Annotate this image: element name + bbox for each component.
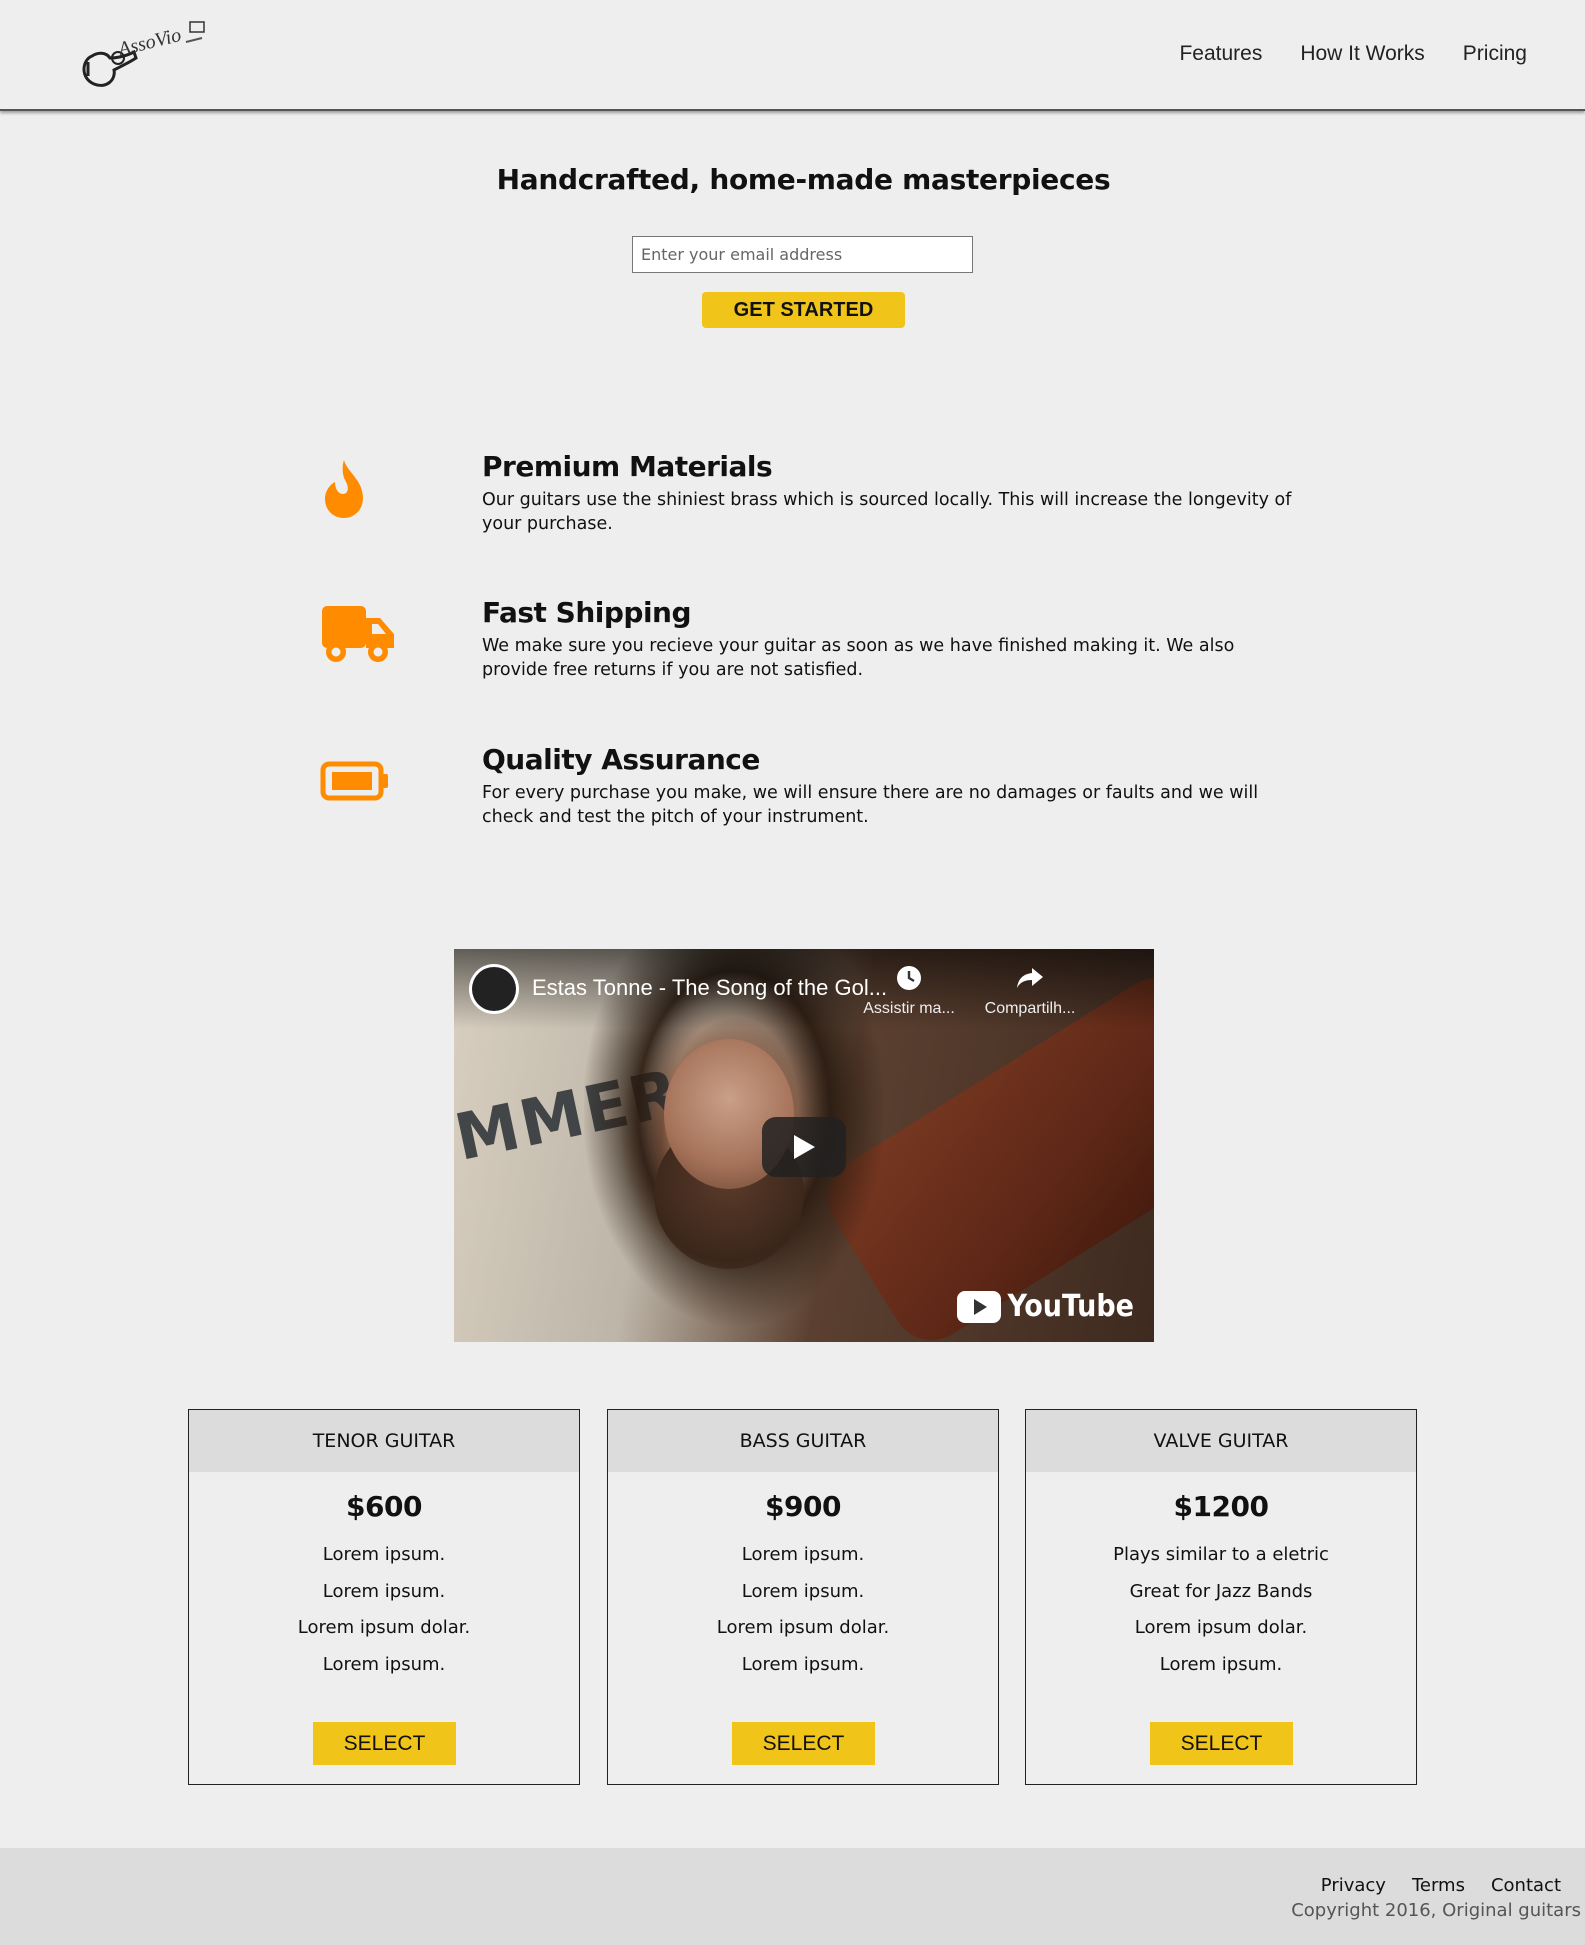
plan-feature: Lorem ipsum. xyxy=(741,1653,865,1675)
plan-feature: Lorem ipsum dolar. xyxy=(1134,1617,1308,1638)
share-label: Compartilh... xyxy=(984,1000,1076,1017)
plan-feature: Lorem ipsum dolar. xyxy=(297,1617,471,1638)
battery-icon xyxy=(320,761,388,801)
get-started-button[interactable]: GET STARTED xyxy=(702,292,905,328)
plan-features: Lorem ipsum. Lorem ipsum. Lorem ipsum do… xyxy=(608,1537,998,1683)
plan-feature: Great for Jazz Bands xyxy=(1129,1580,1313,1602)
footer-link-contact[interactable]: Contact xyxy=(1491,1875,1561,1896)
pricing-card-bass: BASS GUITAR $900 Lorem ipsum. Lorem ipsu… xyxy=(607,1409,999,1785)
feature-text: For every purchase you make, we will ens… xyxy=(482,783,1259,827)
plan-feature: Lorem ipsum. xyxy=(322,1544,446,1565)
plan-features: Plays similar to a eletric Great for Jaz… xyxy=(1026,1537,1416,1683)
watch-later-button[interactable]: Assistir ma... xyxy=(854,965,964,1018)
plan-price: $900 xyxy=(765,1490,841,1523)
pricing-card-tenor: TENOR GUITAR $600 Lorem ipsum. Lorem ips… xyxy=(188,1409,580,1785)
email-input[interactable] xyxy=(632,236,973,273)
select-bass-button[interactable]: SELECT xyxy=(732,1722,875,1765)
feature-text: We make sure you recieve your guitar as … xyxy=(482,636,1235,680)
truck-icon xyxy=(322,606,394,662)
hero-title: Handcrafted, home-made masterpieces xyxy=(496,163,1111,196)
youtube-icon xyxy=(957,1290,1002,1323)
plan-name: TENOR GUITAR xyxy=(189,1410,579,1472)
feature-title: Premium Materials xyxy=(482,450,773,483)
plan-price: $600 xyxy=(346,1490,422,1523)
pricing-card-valve: VALVE GUITAR $1200 Plays similar to a el… xyxy=(1025,1409,1417,1785)
main-nav: Features How It Works Pricing xyxy=(1179,42,1527,66)
plan-price: $1200 xyxy=(1173,1490,1269,1523)
fire-icon xyxy=(325,460,363,518)
share-button[interactable]: Compartilh... xyxy=(975,965,1085,1018)
plan-feature: Plays similar to a eletric xyxy=(1113,1544,1329,1565)
footer-link-privacy[interactable]: Privacy xyxy=(1321,1875,1386,1896)
plan-features: Lorem ipsum. Lorem ipsum. Lorem ipsum do… xyxy=(189,1537,579,1683)
plan-feature: Lorem ipsum. xyxy=(741,1544,865,1565)
plan-feature: Lorem ipsum. xyxy=(322,1653,446,1675)
logo-text: AssoVio xyxy=(114,24,183,61)
plan-name: BASS GUITAR xyxy=(608,1410,998,1472)
play-button[interactable] xyxy=(762,1117,846,1177)
nav-how-it-works[interactable]: How It Works xyxy=(1300,42,1424,66)
feature-title: Quality Assurance xyxy=(482,743,760,776)
video-title[interactable]: Estas Tonne - The Song of the Gol... xyxy=(532,975,887,1001)
site-header: AssoVio Features How It Works Pricing xyxy=(0,0,1585,111)
plan-feature: Lorem ipsum. xyxy=(322,1580,446,1602)
youtube-logo[interactable]: YouTube xyxy=(957,1289,1134,1324)
logo[interactable]: AssoVio xyxy=(78,16,210,92)
watch-later-label: Assistir ma... xyxy=(863,1000,955,1017)
plan-name: VALVE GUITAR xyxy=(1026,1410,1416,1472)
youtube-wordmark: YouTube xyxy=(1007,1289,1134,1324)
footer-links: Privacy Terms Contact xyxy=(1321,1875,1561,1896)
copyright-text: Copyright 2016, Original guitars xyxy=(1291,1900,1581,1921)
feature-text: Our guitars use the shiniest brass which… xyxy=(482,490,1292,534)
plan-feature: Lorem ipsum. xyxy=(1159,1653,1283,1675)
select-tenor-button[interactable]: SELECT xyxy=(313,1722,456,1765)
share-icon xyxy=(1017,968,1043,988)
feature-title: Fast Shipping xyxy=(482,596,692,629)
play-icon xyxy=(794,1135,815,1159)
channel-avatar[interactable] xyxy=(469,964,519,1014)
nav-pricing[interactable]: Pricing xyxy=(1463,42,1527,66)
footer-link-terms[interactable]: Terms xyxy=(1412,1875,1465,1896)
plan-feature: Lorem ipsum dolar. xyxy=(716,1617,890,1638)
select-valve-button[interactable]: SELECT xyxy=(1150,1722,1293,1765)
site-footer: Privacy Terms Contact Copyright 2016, Or… xyxy=(0,1848,1585,1945)
guitar-logo-icon: AssoVio xyxy=(82,21,205,87)
video-embed[interactable]: MMER Estas Tonne - The Song of the Gol..… xyxy=(454,949,1154,1342)
plan-feature: Lorem ipsum. xyxy=(741,1580,865,1602)
clock-icon xyxy=(897,966,921,990)
nav-features[interactable]: Features xyxy=(1179,42,1262,66)
